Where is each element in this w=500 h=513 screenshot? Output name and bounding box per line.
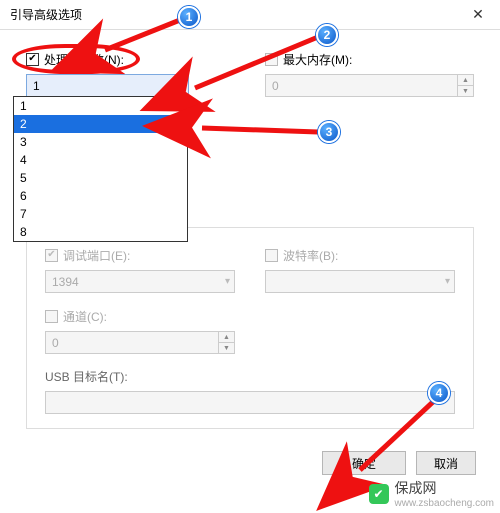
check-icon: ✔	[28, 54, 36, 64]
channel-spinner[interactable]: 0 ▲ ▼	[45, 331, 235, 354]
dropdown-option[interactable]: 3	[14, 133, 187, 151]
chevron-down-icon: ▾	[225, 276, 230, 287]
debug-port-checkbox[interactable]: ✔	[45, 249, 58, 262]
usb-target-label: USB 目标名(T):	[45, 368, 455, 385]
channel-checkbox[interactable]	[45, 310, 58, 323]
maxmemory-checkbox[interactable]	[265, 53, 278, 66]
dropdown-option[interactable]: 5	[14, 169, 187, 187]
close-icon: ✕	[472, 6, 484, 23]
baud-label: 波特率(B):	[283, 247, 338, 264]
watermark: ✔ 保成网 www.zsbaocheng.com	[369, 478, 495, 509]
dropdown-option[interactable]: 7	[14, 205, 187, 223]
dropdown-option[interactable]: 8	[14, 223, 187, 241]
cancel-button[interactable]: 取消	[416, 451, 476, 475]
chevron-down-icon: ▼	[458, 86, 473, 96]
maxmemory-value: 0	[272, 79, 279, 93]
baud-combo[interactable]: ▾	[265, 270, 455, 293]
debug-groupbox: ✔ 调试端口(E): 1394 ▾ 波特率(B): ▾	[26, 227, 474, 429]
chevron-down-icon: ▼	[219, 343, 234, 353]
baud-checkbox[interactable]	[265, 249, 278, 262]
watermark-name: 保成网	[395, 480, 437, 496]
ok-button[interactable]: 确定	[322, 451, 406, 475]
processors-combo-value: 1	[33, 79, 40, 93]
chevron-down-icon: ▾	[179, 80, 184, 91]
dropdown-option[interactable]: 2	[14, 115, 187, 133]
chevron-up-icon: ▲	[219, 332, 234, 343]
cancel-button-label: 取消	[434, 455, 458, 472]
chevron-up-icon: ▲	[458, 75, 473, 86]
channel-label: 通道(C):	[63, 308, 107, 325]
maxmemory-spinner[interactable]: 0 ▲ ▼	[265, 74, 474, 97]
dropdown-option[interactable]: 6	[14, 187, 187, 205]
dropdown-option[interactable]: 4	[14, 151, 187, 169]
ok-button-label: 确定	[352, 455, 376, 472]
check-icon: ✔	[47, 250, 55, 260]
debug-port-value: 1394	[52, 275, 79, 289]
watermark-logo-icon: ✔	[369, 484, 389, 504]
title-bar: 引导高级选项 ✕	[0, 0, 500, 30]
chevron-down-icon: ▾	[445, 276, 450, 287]
maxmemory-label: 最大内存(M):	[283, 51, 352, 68]
processors-combo[interactable]: 1 ▾	[26, 74, 189, 97]
watermark-url: www.zsbaocheng.com	[395, 498, 495, 509]
debug-port-label: 调试端口(E):	[63, 247, 130, 264]
processors-checkbox[interactable]: ✔	[26, 53, 39, 66]
window-title: 引导高级选项	[10, 6, 82, 23]
processors-dropdown-list[interactable]: 12345678	[13, 96, 188, 242]
debug-port-combo[interactable]: 1394 ▾	[45, 270, 235, 293]
spinner-buttons[interactable]: ▲ ▼	[218, 332, 234, 353]
spinner-buttons[interactable]: ▲ ▼	[457, 75, 473, 96]
processors-label: 处理器个数(N):	[44, 51, 124, 68]
channel-value: 0	[52, 336, 59, 350]
dropdown-option[interactable]: 1	[14, 97, 187, 115]
close-button[interactable]: ✕	[456, 0, 500, 30]
usb-target-field[interactable]	[45, 391, 455, 414]
